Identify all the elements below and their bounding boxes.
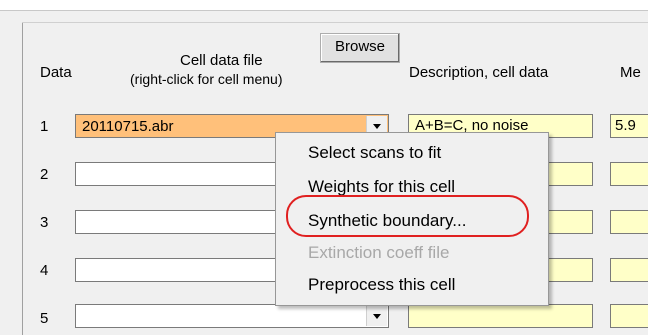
mer-value: 5.9 — [615, 117, 636, 134]
description-column-header: Description, cell data — [409, 64, 549, 81]
menu-item-select-scans[interactable]: Select scans to fit — [308, 143, 441, 163]
row-number: 3 — [40, 214, 49, 231]
mer-column-header: Me — [620, 64, 641, 81]
cell-file-value: 20110715.abr — [82, 118, 174, 135]
mer-field[interactable] — [610, 210, 648, 234]
description-field[interactable] — [408, 304, 593, 328]
mer-field[interactable]: 5.9 — [610, 114, 648, 138]
group-frame-top — [22, 22, 648, 23]
browse-button[interactable]: Browse — [320, 33, 400, 63]
annotation-highlight-oval — [286, 195, 529, 237]
menu-item-extinction-coeff: Extinction coeff file — [308, 243, 450, 262]
cell-file-header: Cell data file — [180, 52, 263, 69]
chevron-down-icon[interactable] — [366, 306, 387, 326]
cell-file-subheader: (right-click for cell menu) — [130, 71, 283, 87]
menu-item-preprocess[interactable]: Preprocess this cell — [308, 275, 455, 295]
data-column-header: Data — [40, 64, 72, 81]
top-panel-strip — [0, 0, 648, 11]
cell-file-combo[interactable] — [75, 304, 389, 328]
row-number: 4 — [40, 262, 49, 279]
row-number: 2 — [40, 166, 49, 183]
group-frame-left — [22, 22, 23, 335]
mer-field[interactable] — [610, 162, 648, 186]
mer-field[interactable] — [610, 258, 648, 282]
row-number: 5 — [40, 310, 49, 327]
row-number: 1 — [40, 118, 49, 135]
menu-item-weights[interactable]: Weights for this cell — [308, 177, 455, 197]
mer-field[interactable] — [610, 304, 648, 328]
